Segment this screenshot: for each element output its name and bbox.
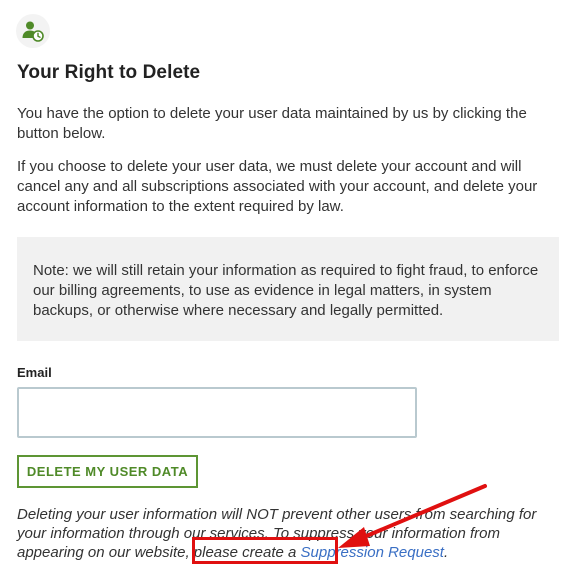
highlight-annotation-box xyxy=(192,537,338,564)
delete-user-data-button[interactable]: DELETE MY USER DATA xyxy=(17,455,198,488)
note-text: Note: we will still retain your informat… xyxy=(33,262,539,319)
consequence-paragraph: If you choose to delete your user data, … xyxy=(17,158,538,215)
user-clock-icon-badge xyxy=(16,14,50,48)
user-clock-icon xyxy=(22,21,44,42)
email-label: Email xyxy=(17,365,52,380)
email-field[interactable] xyxy=(17,387,417,438)
annotation-arrow-icon xyxy=(338,484,487,548)
note-box: Note: we will still retain your informat… xyxy=(17,237,559,341)
intro-paragraph: You have the option to delete your user … xyxy=(17,105,527,142)
page-title: Your Right to Delete xyxy=(17,62,201,83)
